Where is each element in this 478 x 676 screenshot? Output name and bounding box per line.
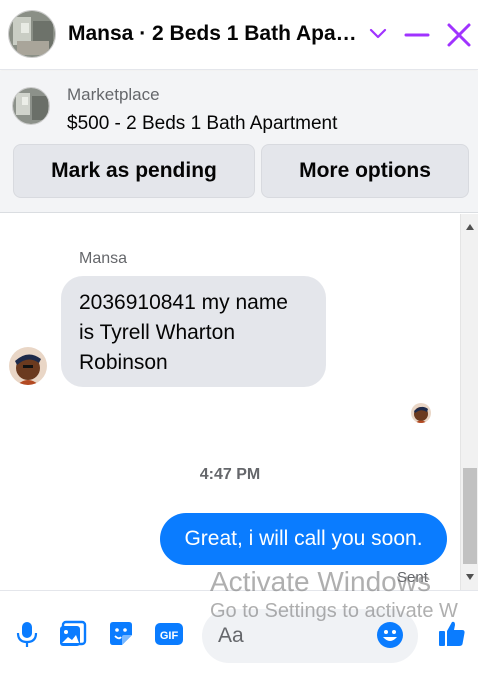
mark-as-pending-button[interactable]: Mark as pending	[13, 144, 255, 198]
marketplace-banner: Marketplace $500 - 2 Beds 1 Bath Apartme…	[0, 71, 478, 213]
listing-title[interactable]: $500 - 2 Beds 1 Bath Apartment	[67, 113, 337, 135]
delivery-status: Sent	[397, 569, 428, 586]
sticker-icon[interactable]	[106, 619, 136, 649]
sender-name: Mansa	[79, 250, 128, 267]
emoji-icon[interactable]	[376, 621, 404, 649]
message-thread[interactable]: Mansa 2036910841 my name is Tyrell Whart…	[0, 214, 460, 590]
message-composer: GIF	[0, 590, 478, 676]
chat-header: Mansa · 2 Beds 1 Bath Apa…	[0, 0, 478, 70]
chat-title[interactable]: Mansa · 2 Beds 1 Bath Apa…	[68, 22, 357, 46]
microphone-icon[interactable]	[12, 619, 42, 649]
scroll-up-arrow-icon[interactable]	[466, 224, 474, 230]
photo-icon[interactable]	[58, 619, 88, 649]
listing-thumbnail[interactable]	[12, 87, 50, 125]
thread-scrollbar[interactable]	[460, 214, 478, 590]
contact-avatar[interactable]	[8, 10, 56, 58]
more-options-button[interactable]: More options	[261, 144, 469, 198]
message-timestamp: 4:47 PM	[199, 466, 261, 483]
thumbs-up-icon[interactable]	[437, 619, 467, 649]
incoming-message-bubble[interactable]: 2036910841 my name is Tyrell Wharton Rob…	[61, 276, 326, 387]
chevron-down-icon[interactable]	[368, 22, 388, 44]
svg-text:GIF: GIF	[160, 630, 179, 642]
marketplace-label: Marketplace	[67, 85, 160, 104]
scroll-down-arrow-icon[interactable]	[466, 574, 474, 580]
scrollbar-thumb[interactable]	[463, 468, 477, 564]
gif-icon[interactable]: GIF	[154, 619, 184, 649]
outgoing-message-bubble[interactable]: Great, i will call you soon.	[160, 513, 447, 565]
minimize-icon[interactable]	[404, 22, 430, 48]
read-receipt-avatar	[411, 403, 431, 423]
close-icon[interactable]	[444, 20, 474, 50]
sender-avatar[interactable]	[9, 347, 47, 385]
